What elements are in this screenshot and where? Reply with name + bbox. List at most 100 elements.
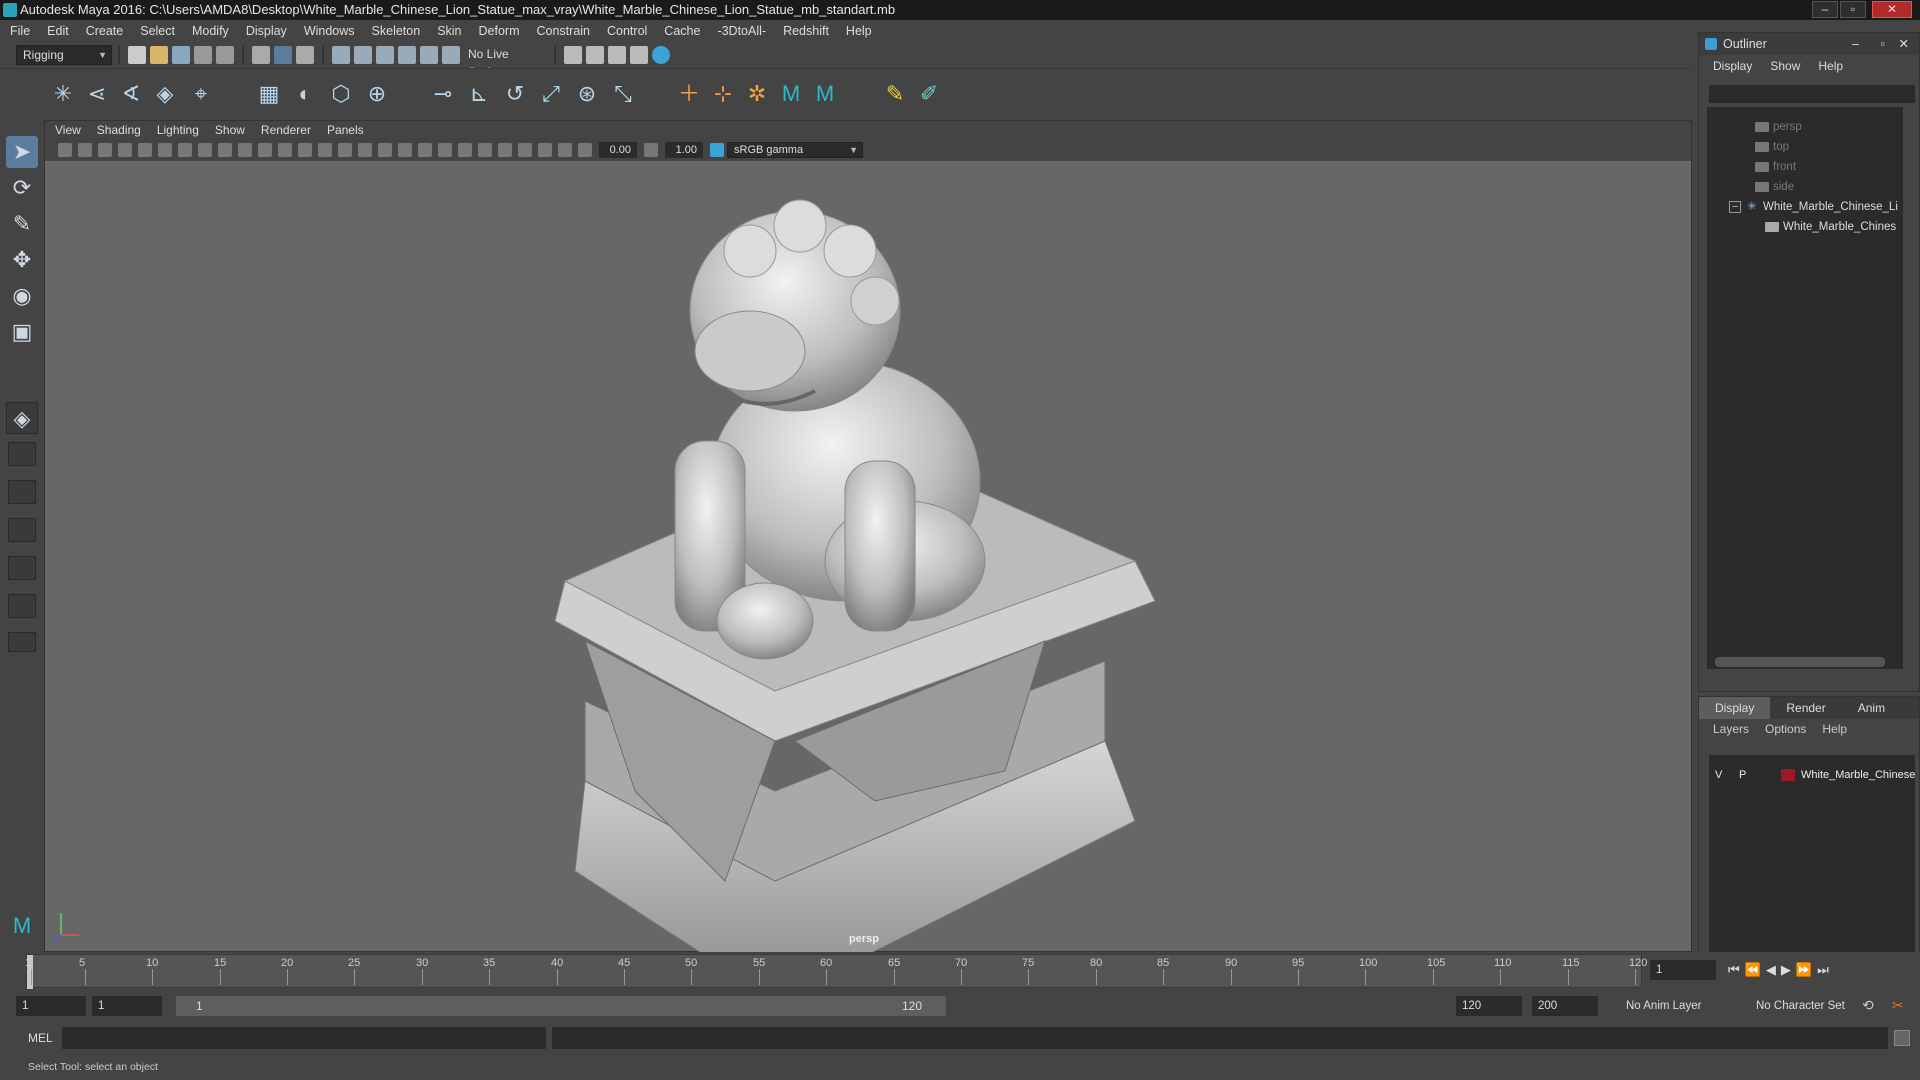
graph-persp-layout-icon[interactable] [8, 594, 36, 618]
isolate-select-icon[interactable] [518, 143, 532, 157]
animation-start-field[interactable]: 1 [16, 996, 86, 1016]
character-set-dropdown[interactable]: No Character Set [1750, 996, 1860, 1016]
select-tool-icon[interactable]: ➤ [6, 136, 38, 168]
outliner-close-button[interactable]: ✕ [1899, 33, 1909, 55]
film-gate-icon[interactable] [198, 143, 212, 157]
lattice-icon[interactable]: ⬡ [326, 79, 356, 109]
snap-point-icon[interactable] [376, 46, 394, 64]
gamma-field[interactable]: 1.00 [665, 142, 703, 158]
gate-mask-icon[interactable] [238, 143, 252, 157]
render-view-icon[interactable] [652, 46, 670, 64]
time-ruler[interactable]: 1 5 10 15 20 25 30 35 40 45 50 55 60 65 70 75 80 85 90 95 10… [25, 954, 1647, 989]
undo-icon[interactable] [194, 46, 212, 64]
tab-display[interactable]: Display [1699, 697, 1771, 719]
image-plane-icon[interactable] [118, 143, 132, 157]
cluster-icon[interactable]: ⊕ [362, 79, 392, 109]
select-component-icon[interactable] [296, 46, 314, 64]
outliner-persp-layout-icon[interactable] [8, 518, 36, 542]
locator-icon[interactable]: ＋ [674, 79, 704, 109]
layer-row[interactable]: V P White_Marble_Chinese [1709, 765, 1915, 785]
menu-select[interactable]: Select [140, 24, 175, 38]
wireframe-on-shaded-icon[interactable] [358, 143, 372, 157]
outliner-tree[interactable]: persp top front side – ✳ White_Marble_Ch… [1707, 107, 1903, 669]
lasso-tool-icon[interactable]: ⟳ [6, 172, 38, 204]
outliner-menu-display[interactable]: Display [1713, 59, 1752, 73]
orient-joint-icon[interactable]: ⌖ [186, 79, 216, 109]
xray-active-icon[interactable] [558, 143, 572, 157]
outliner-item-persp[interactable]: persp [1707, 117, 1903, 137]
three-view-layout-icon[interactable] [8, 556, 36, 580]
paint-select-tool-icon[interactable]: ✎ [6, 208, 38, 240]
resolution-gate-icon[interactable] [218, 143, 232, 157]
panel-menu-renderer[interactable]: Renderer [261, 123, 311, 137]
lion-statue-model[interactable] [545, 181, 1185, 1061]
menu-display[interactable]: Display [246, 24, 287, 38]
aim-constraint-icon[interactable]: ⊾ [464, 79, 494, 109]
select-object-icon[interactable] [274, 46, 292, 64]
command-input[interactable] [62, 1027, 546, 1049]
render-settings-icon[interactable] [608, 46, 626, 64]
anti-aliasing-icon[interactable] [498, 143, 512, 157]
range-bar[interactable]: 1 120 [176, 996, 946, 1016]
parent-constraint-icon[interactable]: ⊛ [572, 79, 602, 109]
menu-control[interactable]: Control [607, 24, 647, 38]
outliner-search-input[interactable] [1709, 85, 1915, 103]
textured-icon[interactable] [378, 143, 392, 157]
menu-constrain[interactable]: Constrain [537, 24, 591, 38]
tab-render[interactable]: Render [1770, 697, 1841, 719]
outliner-item-group[interactable]: – ✳ White_Marble_Chinese_Li [1707, 197, 1903, 217]
menu-deform[interactable]: Deform [479, 24, 520, 38]
menu-windows[interactable]: Windows [304, 24, 355, 38]
outliner-item-side[interactable]: side [1707, 177, 1903, 197]
menu-file[interactable]: File [10, 24, 30, 38]
script-editor-icon[interactable] [1894, 1030, 1910, 1046]
menu-skeleton[interactable]: Skeleton [372, 24, 421, 38]
outliner-menu-help[interactable]: Help [1818, 59, 1843, 73]
motion-blur-icon[interactable] [478, 143, 492, 157]
ambient-occlusion-icon[interactable] [458, 143, 472, 157]
minimize-button[interactable]: – [1812, 1, 1838, 18]
anim-layer-dropdown[interactable]: No Anim Layer [1620, 996, 1740, 1016]
move-tool-icon[interactable]: ✥ [6, 244, 38, 276]
panel-menu-lighting[interactable]: Lighting [157, 123, 199, 137]
snap-view-plane-icon[interactable] [398, 46, 416, 64]
snap-curve-icon[interactable] [354, 46, 372, 64]
layer-color-swatch[interactable] [1781, 769, 1795, 781]
wireframe-icon[interactable] [318, 143, 332, 157]
menu-skin[interactable]: Skin [437, 24, 461, 38]
panel-menu-show[interactable]: Show [215, 123, 245, 137]
single-view-layout-icon[interactable]: ◈ [6, 402, 38, 434]
custom-layout-icon[interactable] [8, 632, 36, 652]
new-scene-icon[interactable] [128, 46, 146, 64]
viewport-persp[interactable]: View Shading Lighting Show Renderer Pane… [44, 120, 1692, 1002]
safe-action-icon[interactable] [278, 143, 292, 157]
menu-create[interactable]: Create [86, 24, 124, 38]
command-language-label[interactable]: MEL [28, 1031, 53, 1045]
close-button[interactable]: ✕ [1872, 1, 1912, 18]
orient-constraint-icon[interactable]: ↺ [500, 79, 530, 109]
outliner-minimize-button[interactable]: – [1852, 33, 1859, 55]
panel-menu-view[interactable]: View [55, 123, 81, 137]
menu-help[interactable]: Help [846, 24, 872, 38]
layer-menu-help[interactable]: Help [1822, 722, 1847, 736]
render-frame-icon[interactable] [564, 46, 582, 64]
select-hierarchy-icon[interactable] [252, 46, 270, 64]
joint-locator-icon[interactable]: ⊹ [708, 79, 738, 109]
open-scene-icon[interactable] [150, 46, 168, 64]
playback-end-field[interactable]: 120 [1456, 996, 1522, 1016]
playback-controls[interactable]: ⏮⏪◀▶⏩⏭ [1728, 962, 1834, 978]
hypershade-icon[interactable] [630, 46, 648, 64]
camera-attributes-icon[interactable] [78, 143, 92, 157]
ik-handle-icon[interactable]: ⋖ [82, 79, 112, 109]
color-management-icon[interactable] [710, 143, 724, 157]
auto-key-icon[interactable]: ⟲ [1862, 997, 1874, 1014]
smooth-bind-icon[interactable]: ◐ [290, 79, 320, 109]
live-surface-field[interactable]: No Live Surface [462, 45, 548, 79]
playback-start-field[interactable]: 1 [92, 996, 162, 1016]
snap-projected-icon[interactable] [442, 46, 460, 64]
point-constraint-icon[interactable]: ⊸ [428, 79, 458, 109]
paint-weights-icon[interactable]: ✎ [880, 79, 910, 109]
two-view-layout-icon[interactable] [8, 480, 36, 504]
pole-vector-icon[interactable]: ⤡ [608, 79, 638, 109]
outliner-item-mesh[interactable]: White_Marble_Chines [1707, 217, 1903, 237]
